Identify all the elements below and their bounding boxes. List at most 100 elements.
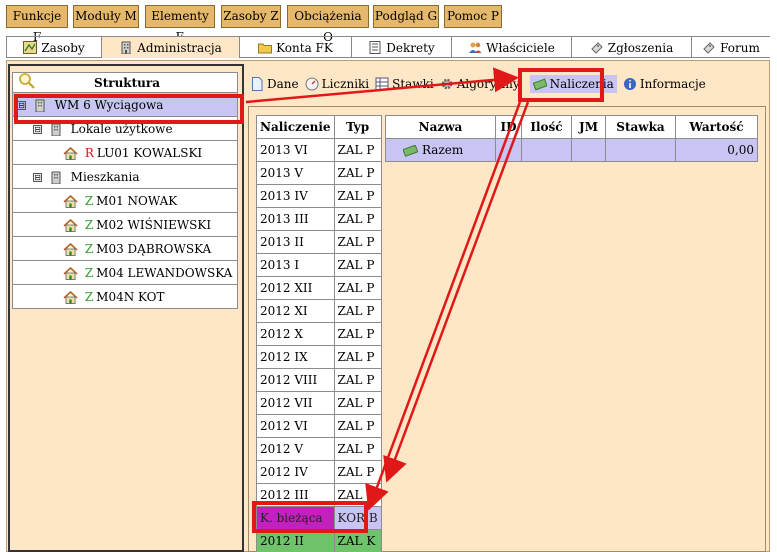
naliczenie-row[interactable]: 2012 XII ZAL P [256,276,382,300]
naliczenie-cell: 2012 IX [256,345,335,369]
tree-node-unit[interactable]: R LU01 KOWALSKI [12,140,238,165]
typ-cell: ZAL P [333,414,382,438]
document-icon [252,77,263,91]
unit-status: Z [84,289,94,304]
menu-funkcje[interactable]: Funkcje F [6,5,68,44]
naliczenie-cell: 2012 XII [256,276,335,300]
menu-podglad[interactable]: Podgląd G [373,5,439,28]
menu-pomoc[interactable]: Pomoc P [444,5,502,28]
naliczenie-row[interactable]: 2012 VII ZAL P [256,391,382,415]
building-icon [51,123,61,136]
naliczenie-cell: 2012 VIII [256,368,335,392]
typ-cell: ZAL P [333,184,382,208]
tab-dekrety[interactable]: Dekrety [352,37,452,58]
naliczenie-cell: 2012 IV [256,460,335,484]
naliczenie-row[interactable]: 2013 VI ZAL P [256,138,382,162]
info-icon [623,78,636,90]
collapse-icon[interactable]: ⊟ [33,172,42,182]
column-header[interactable]: Wartość [675,115,758,139]
tab-konta-fk[interactable]: Konta FK [240,37,352,58]
tab-label: Właściciele [486,40,555,55]
naliczenie-row[interactable]: 2012 III ZAL P [256,483,382,507]
document-list-icon [369,41,381,54]
detail-subtabs: Dane Liczniki Stawki Algorytmy Naliczeni… [250,70,770,98]
money-icon [403,144,419,157]
naliczenie-cell: 2013 V [256,161,335,185]
tree-node-label: Mieszkania [70,169,140,184]
tree-node-unit[interactable]: Z M02 WIŚNIEWSKI [12,212,238,237]
tab-label: Zgłoszenia [607,40,674,55]
menu-obciazenia[interactable]: Obciążenia O [287,5,369,44]
tree-node-label: M01 NOWAK [96,193,178,208]
tree-node-unit[interactable]: Z M04 LEWANDOWSKA [12,260,238,285]
tree-node-label: M02 WIŚNIEWSKI [96,217,212,232]
collapse-icon[interactable]: ⊟ [33,124,42,134]
typ-cell: ZAL P [333,483,382,507]
naliczenie-row[interactable]: K. bieżąca KOR B [256,506,382,530]
column-header[interactable]: Nazwa [385,115,496,139]
naliczenie-row[interactable]: 2013 I ZAL P [256,253,382,277]
column-header[interactable]: Stawka [605,115,676,139]
tree-node-root[interactable]: ⊟ WM 6 Wyciągowa [12,92,238,117]
tree-node-group[interactable]: ⊟ Mieszkania [12,164,238,189]
subtab-algorytmy[interactable]: Algorytmy [440,77,520,91]
subtab-label: Dane [267,77,299,91]
detail-table: Nazwa ID Ilość JM Stawka Wartość Razem 0… [385,115,758,162]
naliczenie-row[interactable]: 2012 IV ZAL P [256,460,382,484]
menu-moduly[interactable]: Moduły M [73,5,139,28]
tab-administracja[interactable]: Administracja [102,37,240,58]
tree-node-unit[interactable]: Z M01 NOWAK [12,188,238,213]
column-header[interactable]: ID [495,115,522,139]
subtab-stawki[interactable]: Stawki [375,77,434,91]
naliczenie-row[interactable]: 2013 V ZAL P [256,161,382,185]
naliczenie-row[interactable]: 2012 VI ZAL P [256,414,382,438]
building-icon [51,171,61,184]
naliczenie-cell: 2013 I [256,253,335,277]
structure-tree: Struktura ⊟ WM 6 Wyciągowa ⊟ Lokale użyt… [12,72,238,309]
house-icon [63,266,78,280]
unit-status: Z [84,265,94,280]
grid-icon [375,77,389,91]
column-header[interactable]: Naliczenie [256,115,335,139]
tab-wlasciciele[interactable]: Właściciele [452,37,572,58]
typ-cell: ZAL P [333,276,382,300]
menu-zasoby[interactable]: Zasoby Z [221,5,281,28]
typ-cell: ZAL P [333,460,382,484]
house-icon [63,146,78,160]
column-header[interactable]: Typ [333,115,382,139]
naliczenie-row[interactable]: 2012 X ZAL P [256,322,382,346]
subtab-dane[interactable]: Dane [250,77,299,91]
subtab-naliczenia[interactable]: Naliczenia [529,75,617,93]
tree-node-group[interactable]: ⊟ Lokale użytkowe [12,116,238,141]
column-header[interactable]: JM [571,115,606,139]
typ-cell: ZAL P [333,345,382,369]
naliczenie-row[interactable]: 2013 IV ZAL P [256,184,382,208]
menu-elementy[interactable]: Elementy E [145,5,215,44]
map-icon [23,41,38,54]
tree-node-unit[interactable]: Z M03 DĄBROWSKA [12,236,238,261]
collapse-icon[interactable]: ⊟ [17,100,26,110]
tab-zgloszenia[interactable]: Zgłoszenia [572,37,692,58]
tree-node-unit[interactable]: Z M04N KOT [12,284,238,309]
naliczenie-row[interactable]: 2012 VIII ZAL P [256,368,382,392]
tab-forum[interactable]: Forum [692,37,770,58]
subtab-liczniki[interactable]: Liczniki [305,77,369,91]
naliczenie-row[interactable]: 2013 III ZAL P [256,207,382,231]
naliczenie-cell: 2012 VI [256,414,335,438]
total-row[interactable]: Razem 0,00 [385,138,758,162]
tab-label: Zasoby [41,40,85,55]
naliczenie-row[interactable]: 2012 IX ZAL P [256,345,382,369]
house-icon [63,194,78,208]
naliczenie-row[interactable]: 2012 XI ZAL P [256,299,382,323]
subtab-label: Naliczenia [549,77,614,91]
typ-cell: ZAL P [333,437,382,461]
tab-zasoby[interactable]: Zasoby [6,37,102,58]
column-header[interactable]: Ilość [521,115,572,139]
subtab-informacje[interactable]: Informacje [623,77,706,91]
naliczenie-row[interactable]: 2012 V ZAL P [256,437,382,461]
naliczenie-row[interactable]: 2012 II ZAL K [256,529,382,552]
naliczenie-row[interactable]: 2013 II ZAL P [256,230,382,254]
search-icon[interactable] [18,72,36,90]
ticket-icon [591,42,603,54]
tree-node-label: WM 6 Wyciągowa [54,97,164,112]
